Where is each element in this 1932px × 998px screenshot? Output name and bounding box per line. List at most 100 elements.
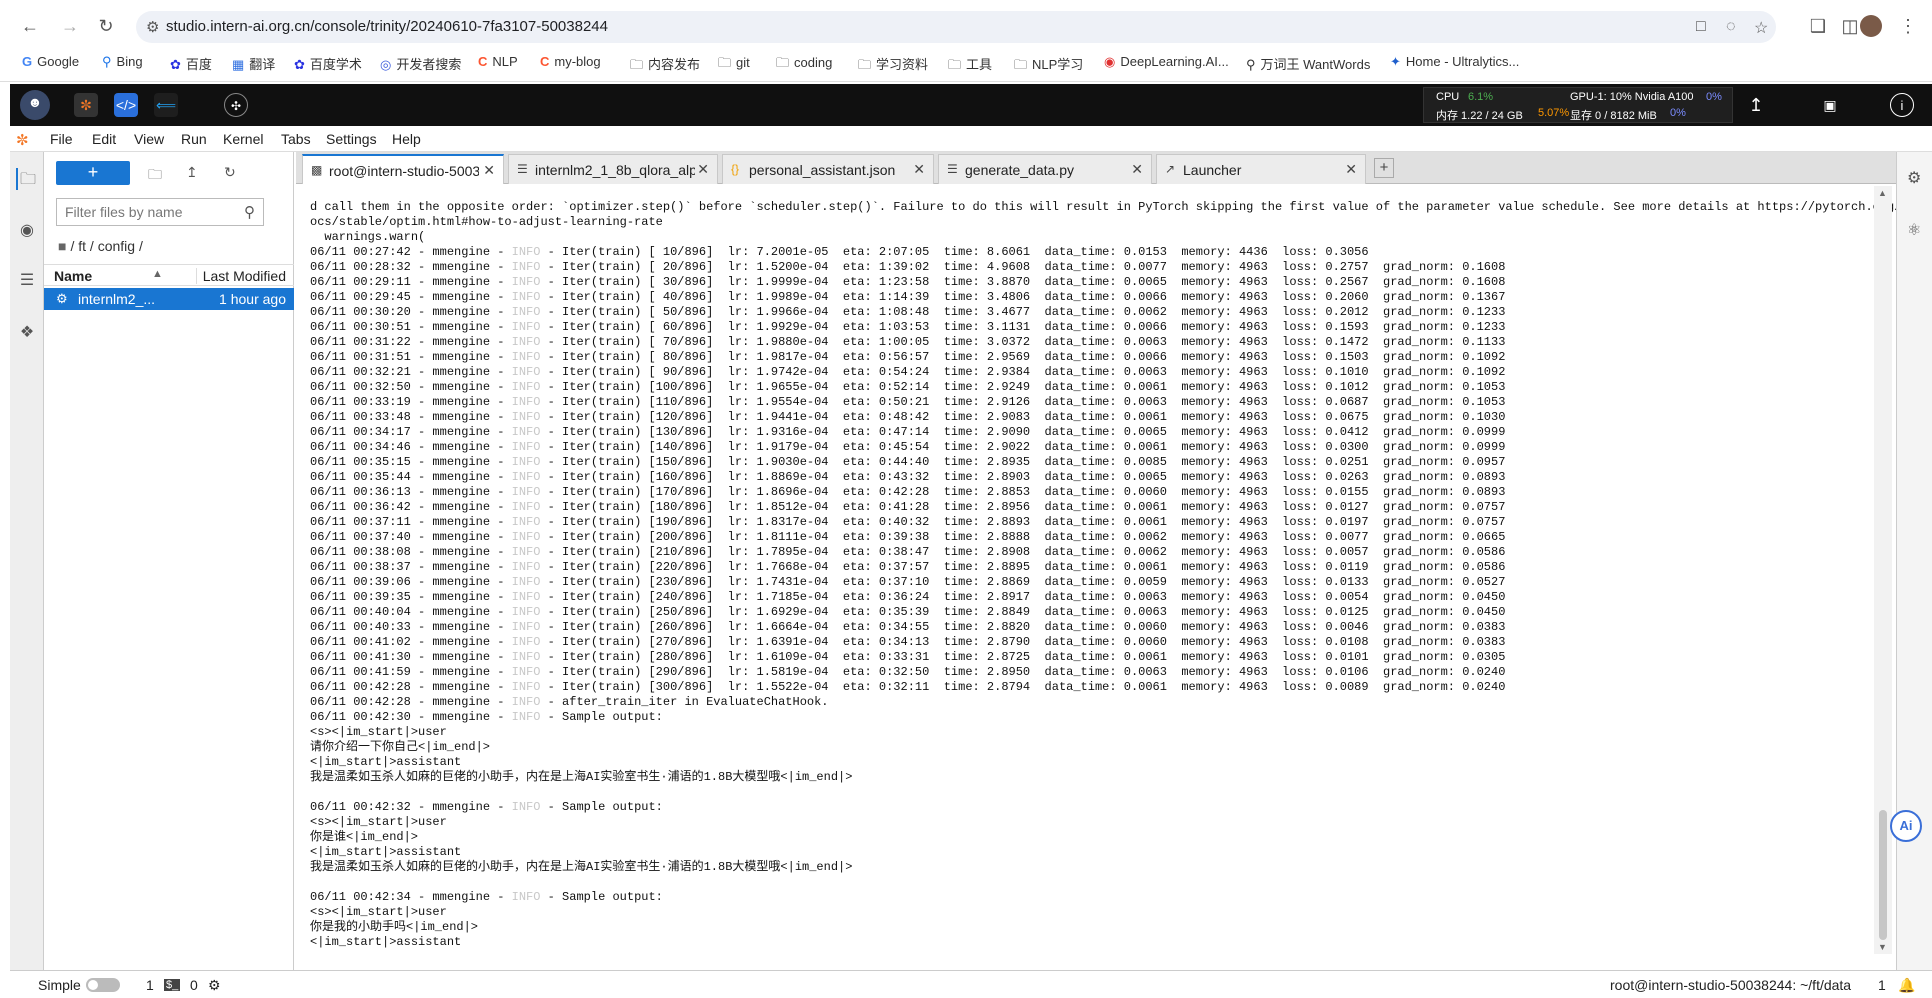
bookmark[interactable]: C NLP: [478, 54, 518, 69]
url-text[interactable]: studio.intern-ai.org.cn/console/trinity/…: [166, 18, 608, 35]
tab-terminal[interactable]: ▩ root@intern-studio-50038 ✕: [302, 154, 504, 185]
forward-icon[interactable]: →: [58, 14, 82, 38]
col-name[interactable]: Name: [54, 268, 92, 284]
bookmark[interactable]: ✿ 百度学术: [294, 54, 362, 73]
col-last-modified[interactable]: Last Modified: [195, 268, 286, 284]
bookmarks-bar: G Google ⚲ Bing ✿ 百度 ▦ 翻译 ✿ 百度学术 ◎ 开发者搜索 C NLP …: [0, 48, 1932, 78]
profile-avatar[interactable]: [1860, 15, 1882, 37]
tab-config[interactable]: ☰ internlm2_1_8b_qlora_alpa ✕: [508, 154, 718, 184]
toc-icon[interactable]: ☰: [16, 270, 38, 292]
ultralytics-icon: ✦: [1390, 54, 1401, 69]
reload-icon[interactable]: ↻: [94, 14, 118, 38]
tab-python[interactable]: ☰ generate_data.py ✕: [938, 154, 1152, 184]
menu-help[interactable]: Help: [392, 131, 421, 147]
bookmark[interactable]: ✦ Home - Ultralytics...: [1390, 54, 1519, 70]
bookmark[interactable]: ⚲ Bing: [102, 54, 143, 70]
simple-mode-toggle[interactable]: [86, 978, 120, 992]
bookmark[interactable]: ◉ DeepLearning.AI...: [1104, 54, 1229, 70]
file-row[interactable]: ⚙ internlm2_... 1 hour ago: [44, 288, 294, 310]
property-inspector-icon[interactable]: ⚙: [1907, 168, 1921, 188]
new-folder-icon[interactable]: 🗀: [148, 164, 162, 188]
menu-settings[interactable]: Settings: [326, 131, 377, 147]
terminal-line: 你是我的小助手吗<|im_end|>: [310, 920, 479, 934]
menu-view[interactable]: View: [134, 131, 164, 147]
bookmark-folder[interactable]: 🗀 学习资料: [858, 54, 928, 78]
close-icon[interactable]: ✕: [697, 161, 709, 178]
upgrade-icon[interactable]: ↥: [1744, 93, 1768, 117]
close-icon[interactable]: ✕: [1131, 161, 1143, 178]
code-icon[interactable]: </>: [114, 93, 138, 117]
bell-icon[interactable]: 🔔: [1898, 977, 1915, 994]
close-icon[interactable]: ✕: [913, 161, 925, 178]
notification-count[interactable]: 1: [1878, 977, 1886, 993]
close-icon[interactable]: ✕: [1345, 161, 1357, 178]
terminal-output[interactable]: d call them in the opposite order: `opti…: [310, 200, 1896, 950]
debugger-icon[interactable]: ⚛: [1907, 220, 1921, 240]
terminal-line: 06/11 00:42:28 - mmengine - INFO - after…: [310, 695, 829, 709]
back-icon[interactable]: ←: [18, 14, 42, 38]
refresh-icon[interactable]: ↻: [224, 164, 236, 181]
eye-off-icon[interactable]: ◌: [1726, 18, 1736, 36]
mem-value: 5.07%: [1538, 107, 1570, 119]
vram-label: 显存 0 / 8182 MiB: [1570, 110, 1657, 122]
breadcrumb[interactable]: ■ / ft / config /: [58, 238, 143, 254]
clipboard-icon[interactable]: □: [1696, 18, 1706, 36]
info-icon[interactable]: i: [1890, 93, 1914, 117]
jupyter-icon[interactable]: ✼: [74, 93, 98, 117]
extensions-icon[interactable]: ❑: [1806, 14, 1830, 38]
bookmark[interactable]: Cmy-blog: [540, 54, 601, 69]
folder-icon[interactable]: 🗀: [16, 168, 38, 190]
menu-kernel[interactable]: Kernel: [223, 131, 263, 147]
tab-launcher[interactable]: ↗ Launcher ✕: [1156, 154, 1366, 184]
google-icon: G: [22, 54, 33, 69]
file-modified: 1 hour ago: [219, 291, 286, 307]
tab-json[interactable]: {} personal_assistant.json ✕: [722, 154, 934, 184]
scroll-up-icon[interactable]: ▲: [1878, 188, 1887, 198]
upload-icon[interactable]: ↥: [186, 164, 198, 181]
bookmark[interactable]: G Google: [22, 54, 79, 69]
address-bar[interactable]: ⚙ studio.intern-ai.org.cn/console/trinit…: [136, 11, 1776, 43]
more-menu-icon[interactable]: ⋮: [1896, 14, 1920, 38]
menu-run[interactable]: Run: [181, 131, 207, 147]
bookmark[interactable]: ✿ 百度: [170, 54, 212, 73]
folder-icon: 🗀: [776, 55, 790, 70]
compass-icon[interactable]: ✣: [224, 93, 248, 117]
running-icon[interactable]: ◉: [16, 220, 38, 242]
terminal-scrollbar[interactable]: ▲ ▼: [1874, 186, 1892, 954]
terminal-line: 06/11 00:40:04 - mmengine - INFO - Iter(…: [310, 605, 1506, 619]
new-launcher-button[interactable]: +: [56, 161, 130, 185]
close-icon[interactable]: ✕: [483, 162, 495, 179]
image-icon[interactable]: ▣: [1818, 93, 1842, 117]
terminal-panel[interactable]: d call them in the opposite order: `opti…: [296, 184, 1896, 954]
sidebar-icon[interactable]: ◫: [1838, 14, 1862, 38]
scroll-down-icon[interactable]: ▼: [1878, 942, 1887, 952]
bookmark-folder[interactable]: 🗀 git: [718, 54, 750, 76]
search-icon: ⚲: [244, 204, 255, 221]
menu-file[interactable]: File: [50, 131, 73, 147]
terminal-count[interactable]: 1: [146, 977, 154, 993]
bookmark[interactable]: ◎ 开发者搜索: [380, 54, 461, 73]
bookmark-folder[interactable]: 🗀 NLP学习: [1014, 54, 1083, 78]
bookmark-folder[interactable]: 🗀 工具: [948, 54, 992, 78]
site-info-icon[interactable]: ⚙: [146, 18, 159, 36]
menu-edit[interactable]: Edit: [92, 131, 116, 147]
star-icon[interactable]: ☆: [1754, 18, 1768, 38]
kernel-count[interactable]: 0: [190, 977, 198, 993]
vscode-icon[interactable]: ⟸: [154, 93, 178, 117]
bookmark[interactable]: ⚲ 万词王 WantWords: [1246, 54, 1370, 73]
terminal-line: 06/11 00:32:21 - mmengine - INFO - Iter(…: [310, 365, 1506, 379]
studio-logo-icon[interactable]: ☻: [20, 90, 50, 120]
filter-input[interactable]: Filter files by name ⚲: [56, 198, 264, 226]
bookmark-folder[interactable]: 🗀 coding: [776, 54, 832, 76]
extension-icon[interactable]: ❖: [16, 322, 38, 344]
terminal-line: 06/11 00:35:15 - mmengine - INFO - Iter(…: [310, 455, 1506, 469]
bookmark[interactable]: ▦ 翻译: [232, 54, 275, 73]
add-tab-icon[interactable]: +: [1374, 158, 1394, 178]
tab-bar: ▩ root@intern-studio-50038 ✕ ☰ internlm2_1_…: [296, 152, 1932, 185]
baidu-icon: ✿: [170, 57, 181, 72]
ai-assistant-icon[interactable]: Ai: [1890, 810, 1922, 842]
scroll-thumb[interactable]: [1879, 810, 1887, 940]
bookmark-folder[interactable]: 🗀 内容发布: [630, 54, 700, 78]
terminal-line: 我是温柔如玉杀人如麻的巨佬的小助手，内在是上海AI实验室书生·浦语的1.8B大模…: [310, 860, 853, 874]
menu-tabs[interactable]: Tabs: [281, 131, 311, 147]
